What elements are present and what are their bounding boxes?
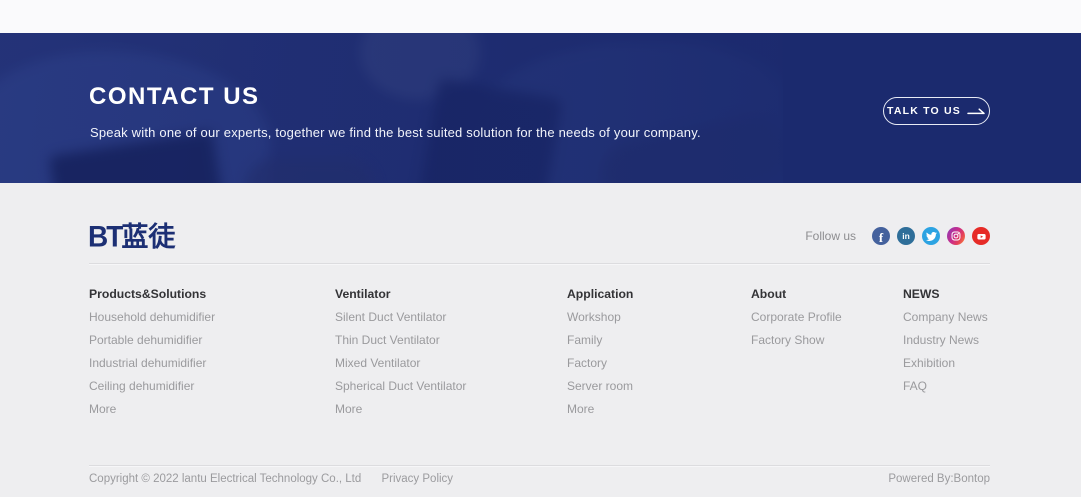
twitter-bird-glyph	[926, 231, 937, 242]
footer-column-title: Application	[567, 287, 633, 301]
twitter-icon[interactable]	[922, 227, 940, 245]
instagram-camera-glyph	[951, 231, 961, 241]
footer-column-title: NEWS	[903, 287, 988, 301]
copyright-text: Copyright © 2022 lantu Electrical Techno…	[89, 473, 361, 485]
footer-column-title: Ventilator	[335, 287, 466, 301]
social-bar: Follow us f in	[805, 227, 990, 245]
footer-link[interactable]: Industrial dehumidifier	[89, 357, 215, 369]
follow-us-label: Follow us	[805, 229, 856, 243]
footer-link[interactable]: More	[335, 403, 466, 415]
privacy-policy-link[interactable]: Privacy Policy	[381, 473, 453, 485]
company-logo[interactable]: BT 蓝徒	[88, 215, 175, 254]
footer-link[interactable]: More	[567, 403, 633, 415]
divider-bottom	[89, 465, 990, 466]
talk-to-us-label: TALK TO US	[887, 105, 961, 117]
footer-link[interactable]: Ceiling dehumidifier	[89, 380, 215, 392]
arrow-right-icon	[967, 107, 986, 116]
footer-link[interactable]: Corporate Profile	[751, 311, 842, 323]
footer-link[interactable]: Silent Duct Ventilator	[335, 311, 466, 323]
footer-column-title: About	[751, 287, 842, 301]
footer-link[interactable]: Spherical Duct Ventilator	[335, 380, 466, 392]
linkedin-glyph: in	[902, 231, 910, 241]
logo-text: 蓝徒	[121, 215, 175, 254]
footer-link[interactable]: Workshop	[567, 311, 633, 323]
contact-subtitle: Speak with one of our experts, together …	[90, 125, 701, 140]
footer-link[interactable]: Industry News	[903, 334, 988, 346]
footer-link[interactable]: FAQ	[903, 380, 988, 392]
page: CONTACT US Speak with one of our experts…	[0, 0, 1081, 497]
logo-mark: BT	[88, 220, 121, 254]
linkedin-icon[interactable]: in	[897, 227, 915, 245]
footer-column: Application Workshop Family Factory Server r…	[567, 287, 633, 426]
footer-column: NEWS Company News Industry News Exhibition F…	[903, 287, 988, 403]
footer-link[interactable]: Exhibition	[903, 357, 988, 369]
powered-by-text: Powered By:Bontop	[888, 473, 990, 485]
footer-link[interactable]: Household dehumidifier	[89, 311, 215, 323]
footer-column-title: Products&Solutions	[89, 287, 215, 301]
footer-link[interactable]: Company News	[903, 311, 988, 323]
youtube-play-glyph	[976, 231, 987, 242]
footer-link[interactable]: Mixed Ventilator	[335, 357, 466, 369]
footer-column: Ventilator Silent Duct Ventilator Thin Duc…	[335, 287, 466, 426]
top-strip	[0, 0, 1081, 33]
footer-link-columns: Products&Solutions Household dehumidifier…	[89, 287, 990, 447]
legal-row: Copyright © 2022 lantu Electrical Techno…	[89, 473, 990, 485]
footer-link[interactable]: Factory	[567, 357, 633, 369]
divider-top	[89, 263, 990, 264]
facebook-glyph: f	[879, 230, 883, 246]
footer-link[interactable]: Server room	[567, 380, 633, 392]
facebook-icon[interactable]: f	[872, 227, 890, 245]
instagram-icon[interactable]	[947, 227, 965, 245]
footer-column: About Corporate Profile Factory Show	[751, 287, 842, 357]
footer-link[interactable]: Family	[567, 334, 633, 346]
footer-link[interactable]: Thin Duct Ventilator	[335, 334, 466, 346]
contact-title: CONTACT US	[89, 83, 260, 111]
footer-link[interactable]: Portable dehumidifier	[89, 334, 215, 346]
footer: BT 蓝徒 Follow us f in	[0, 183, 1081, 497]
youtube-icon[interactable]	[972, 227, 990, 245]
footer-column: Products&Solutions Household dehumidifier…	[89, 287, 215, 426]
footer-link[interactable]: Factory Show	[751, 334, 842, 346]
contact-banner: CONTACT US Speak with one of our experts…	[0, 33, 1081, 183]
footer-link[interactable]: More	[89, 403, 215, 415]
talk-to-us-button[interactable]: TALK TO US	[883, 97, 990, 125]
